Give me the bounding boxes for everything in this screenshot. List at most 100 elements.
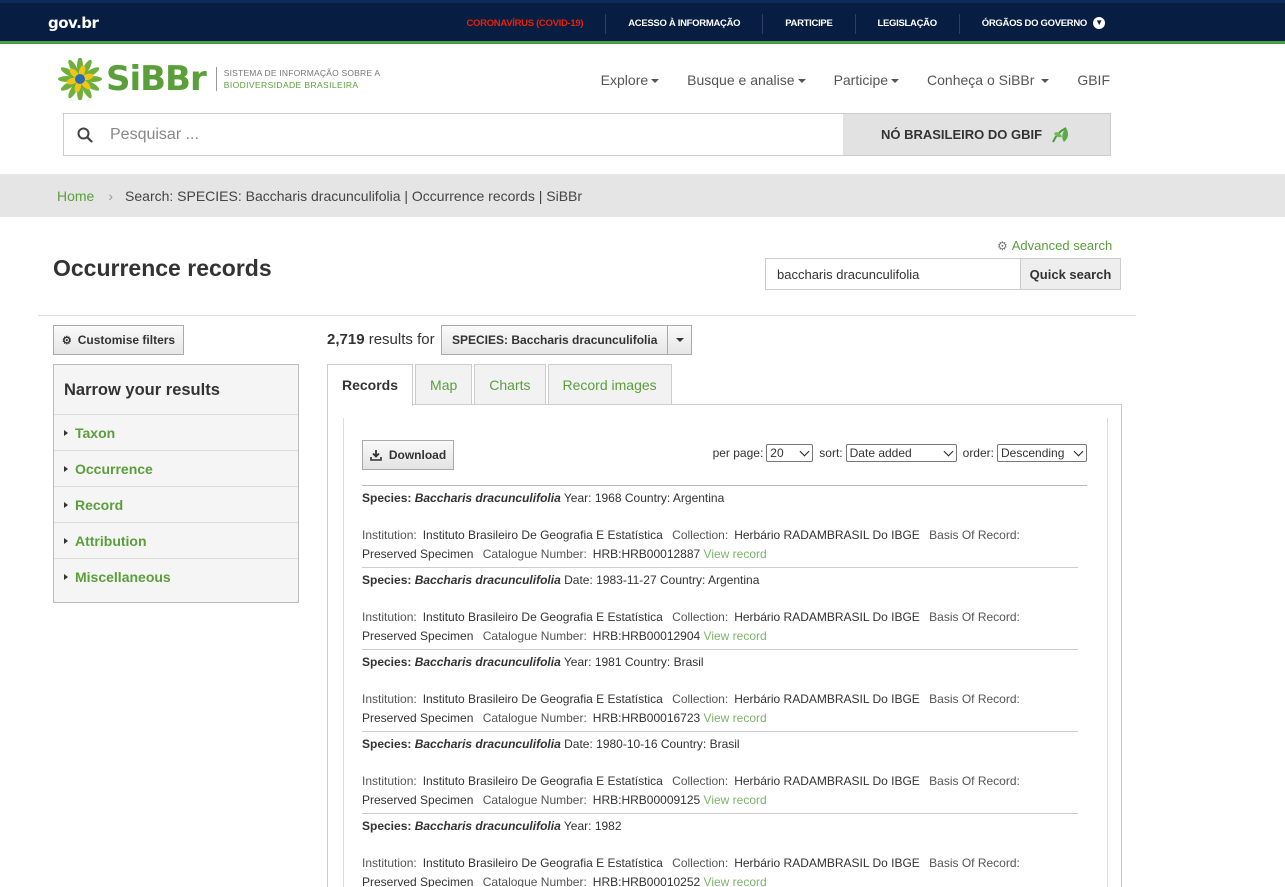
tab-record-images[interactable]: Record images (547, 364, 672, 405)
country-label: Country: (660, 737, 707, 751)
leaf-icon (1052, 126, 1069, 142)
record-item: Species: Baccharis dracunculifolia Date:… (362, 731, 1078, 813)
download-button[interactable]: Download (362, 440, 454, 470)
basis-value: Preserved Specimen (362, 711, 474, 725)
view-record-link[interactable]: View record (704, 793, 767, 807)
collection-label: Collection: (672, 692, 729, 706)
species-name: Baccharis dracunculifolia (414, 819, 561, 833)
facet-occurrence[interactable]: Occurrence (54, 451, 298, 487)
sort-controls: per page: 20 sort: Date added order: Des… (713, 444, 1087, 462)
caret-right-icon (64, 465, 68, 472)
caret-down-icon (651, 79, 660, 84)
facet-label: Record (75, 496, 124, 513)
download-icon (370, 450, 382, 461)
nav-busque[interactable]: Busque e analise (687, 72, 806, 88)
gbif-node-label: NÓ BRASILEIRO DO GBIF (880, 127, 1043, 142)
nav-participe-label: Participe (833, 72, 889, 88)
quick-search-button[interactable]: Quick search (1020, 259, 1120, 289)
record-item: Species: Baccharis dracunculifolia Date:… (362, 567, 1078, 649)
query-dropdown[interactable]: SPECIES: Baccharis dracunculifolia (441, 325, 693, 355)
search-icon[interactable] (77, 127, 93, 143)
caret-right-icon (64, 574, 68, 580)
tab-records[interactable]: Records (327, 364, 414, 406)
gov-link-acesso[interactable]: ACESSO À INFORMAÇÃO (605, 13, 762, 34)
view-record-link[interactable]: View record (704, 547, 767, 561)
sibbr-logo[interactable]: SiBBr SISTEMA DE INFORMAÇÃO SOBRE A BIOD… (57, 58, 380, 100)
chevron-right-icon: › (108, 187, 114, 204)
collection-value: Herbário RADAMBRASIL Do IBGE (734, 528, 920, 542)
quick-search-input[interactable] (766, 259, 1020, 289)
gbif-node-button[interactable]: NÓ BRASILEIRO DO GBIF (843, 114, 1110, 155)
breadcrumb-home[interactable]: Home (57, 188, 94, 204)
country-value: Brasil (673, 655, 704, 669)
collection-value: Herbário RADAMBRASIL Do IBGE (734, 692, 920, 706)
view-record-link[interactable]: View record (704, 875, 767, 887)
catalogue-label: Catalogue Number: (482, 629, 587, 643)
nav-participe[interactable]: Participe (833, 72, 900, 88)
order-label: order: (962, 446, 994, 460)
quick-search: Quick search (765, 258, 1121, 290)
query-label: SPECIES: Baccharis dracunculifolia (442, 326, 669, 354)
caret-down-icon (891, 79, 900, 84)
institution-label: Institution: (362, 856, 417, 870)
per-page-label: per page: (712, 446, 764, 460)
chevron-down-icon: ▼ (1093, 16, 1105, 29)
country-value: Argentina (672, 491, 725, 505)
gov-link-orgaos[interactable]: ÓRGÃOS DO GOVERNO ▼ (958, 13, 1127, 34)
catalogue-value: HRB:HRB00009125 (592, 793, 701, 807)
gov-link-legislacao[interactable]: LEGISLAÇÃO (854, 13, 959, 34)
page-title: Occurrence records (53, 255, 272, 281)
facet-taxon[interactable]: Taxon (54, 415, 298, 451)
basis-value: Preserved Specimen (362, 793, 474, 807)
facet-label: Miscellaneous (75, 569, 171, 585)
nav-conheca[interactable]: Conheça o SiBBr (927, 72, 1050, 88)
gov-bar-stripe (0, 41, 1285, 44)
when-label: Date: (564, 737, 593, 751)
gov-link-covid[interactable]: CORONAVÍRUS (COVID-19) (444, 14, 605, 34)
customise-filters-button[interactable]: ⚙ Customise filters (53, 325, 184, 355)
main-nav: Explore Busque e analise Participe Conhe… (573, 72, 1110, 88)
institution-value: Instituto Brasileiro De Geografia E Esta… (422, 774, 663, 788)
sort-label: sort: (819, 446, 843, 460)
country-value: Argentina (708, 573, 760, 587)
collection-label: Collection: (672, 856, 729, 870)
tab-map[interactable]: Map (415, 364, 473, 405)
when-label: Date: (564, 573, 593, 587)
advanced-search-link[interactable]: ⚙ Advanced search (997, 238, 1112, 253)
species-label: Species: (362, 737, 412, 751)
breadcrumb: Home › Search: SPECIES: Baccharis dracun… (0, 174, 1285, 217)
order-select[interactable]: Descending (997, 444, 1087, 462)
basis-label: Basis Of Record: (929, 692, 1020, 706)
nav-explore[interactable]: Explore (601, 72, 660, 88)
catalogue-label: Catalogue Number: (482, 711, 587, 725)
institution-value: Instituto Brasileiro De Geografia E Esta… (422, 528, 663, 542)
per-page-select[interactable]: 20 (766, 444, 814, 462)
site-search-input[interactable] (110, 122, 810, 148)
facet-attribution[interactable]: Attribution (54, 523, 298, 559)
caret-down-icon (668, 326, 691, 354)
divider (38, 315, 1136, 316)
nav-gbif[interactable]: GBIF (1077, 72, 1110, 88)
catalogue-label: Catalogue Number: (482, 875, 587, 887)
sibbr-tagline: SISTEMA DE INFORMAÇÃO SOBRE A BIODIVERSI… (215, 67, 380, 91)
species-label: Species: (362, 491, 412, 505)
results-suffix: results for (368, 331, 435, 348)
facet-miscellaneous[interactable]: Miscellaneous (54, 559, 298, 595)
gov-bar: gov.br CORONAVÍRUS (COVID-19) ACESSO À I… (0, 0, 1285, 44)
collection-value: Herbário RADAMBRASIL Do IBGE (734, 774, 920, 788)
basis-value: Preserved Specimen (362, 875, 474, 887)
tab-charts[interactable]: Charts (474, 364, 546, 405)
caret-right-icon (64, 501, 68, 508)
govbr-logo[interactable]: gov.br (48, 14, 99, 32)
collection-label: Collection: (672, 610, 729, 624)
facet-record[interactable]: Record (54, 487, 298, 523)
catalogue-value: HRB:HRB00012904 (592, 629, 701, 643)
catalogue-label: Catalogue Number: (482, 793, 587, 807)
view-record-link[interactable]: View record (704, 629, 767, 643)
sort-select[interactable]: Date added (845, 444, 957, 462)
country-label: Country: (659, 573, 706, 587)
gov-link-participe[interactable]: PARTICIPE (762, 13, 854, 34)
basis-label: Basis Of Record: (929, 856, 1020, 870)
record-item: Species: Baccharis dracunculifolia Year:… (362, 485, 1087, 567)
view-record-link[interactable]: View record (704, 711, 767, 725)
